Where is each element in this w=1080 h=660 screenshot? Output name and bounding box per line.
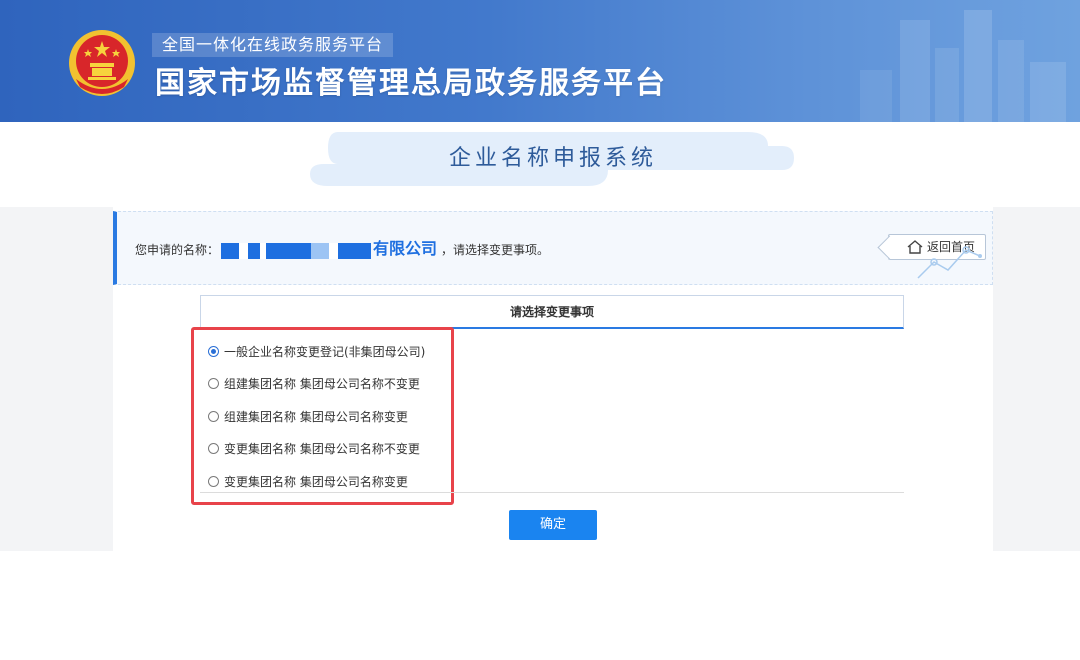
applied-name-info: 您申请的名称： 有限公司 ，请选择变更事项。 返回首页 bbox=[113, 211, 993, 285]
skyline-decoration bbox=[860, 10, 1066, 122]
applied-name-text: 您申请的名称： 有限公司 ，请选择变更事项。 bbox=[135, 238, 549, 261]
circuit-decoration bbox=[917, 246, 982, 279]
redacted-name bbox=[221, 242, 372, 259]
platform-tag: 全国一体化在线政务服务平台 bbox=[152, 33, 394, 57]
system-title-banner: 企业名称申报系统 bbox=[308, 130, 798, 190]
options-header: 请选择变更事项 bbox=[200, 295, 904, 329]
options-highlight-box bbox=[191, 327, 454, 505]
top-banner: 全国一体化在线政务服务平台 国家市场监督管理总局政务服务平台 bbox=[0, 0, 1080, 122]
company-suffix: 有限公司 bbox=[373, 239, 438, 258]
site-title: 国家市场监督管理总局政务服务平台 bbox=[155, 66, 667, 101]
system-title: 企业名称申报系统 bbox=[448, 146, 657, 171]
applied-name-label: 您申请的名称： bbox=[135, 243, 220, 257]
confirm-button[interactable]: 确定 bbox=[509, 510, 597, 540]
options-divider bbox=[200, 492, 904, 493]
select-hint: ，请选择变更事项。 bbox=[441, 243, 550, 257]
national-emblem-icon bbox=[69, 30, 135, 96]
